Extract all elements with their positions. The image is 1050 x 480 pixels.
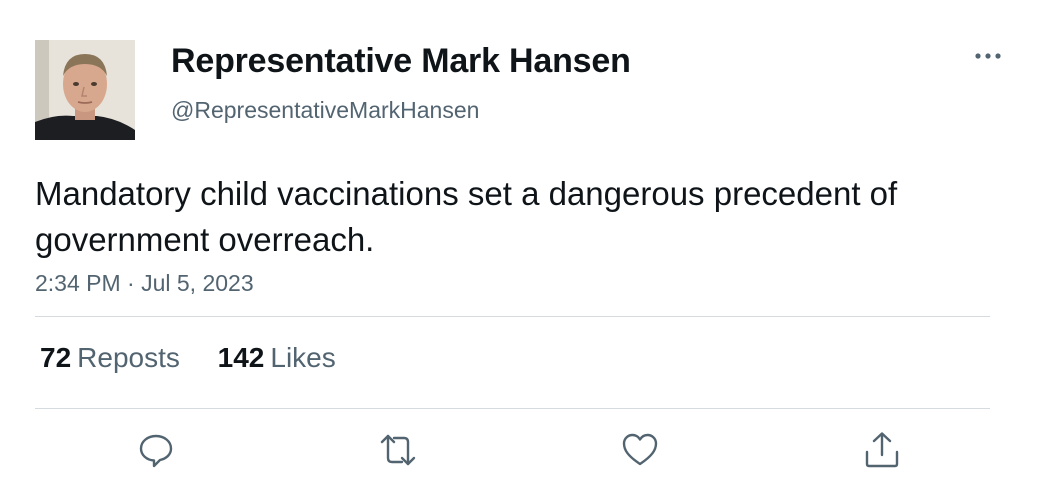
repost-icon bbox=[380, 434, 416, 466]
share-button[interactable] bbox=[862, 430, 902, 470]
share-icon bbox=[865, 432, 899, 468]
tweet-card: Representative Mark Hansen @Representati… bbox=[0, 0, 1050, 480]
reposts-stat[interactable]: 72 Reposts bbox=[40, 342, 180, 374]
avatar-image bbox=[35, 40, 135, 140]
avatar[interactable] bbox=[35, 40, 135, 140]
heart-icon bbox=[622, 433, 658, 466]
divider bbox=[35, 316, 990, 317]
author-handle[interactable]: @RepresentativeMarkHansen bbox=[171, 97, 479, 124]
repost-button[interactable] bbox=[378, 430, 418, 470]
likes-count: 142 bbox=[217, 342, 265, 373]
tweet-timestamp[interactable]: 2:34 PM · Jul 5, 2023 bbox=[35, 270, 254, 297]
reposts-label: Reposts bbox=[77, 342, 180, 373]
engagement-stats: 72 Reposts 142 Likes bbox=[40, 342, 366, 374]
reposts-count: 72 bbox=[40, 342, 72, 373]
like-button[interactable] bbox=[620, 430, 660, 470]
author-display-name[interactable]: Representative Mark Hansen bbox=[171, 42, 631, 81]
tweet-text: Mandatory child vaccinations set a dange… bbox=[35, 175, 898, 258]
reply-button[interactable] bbox=[136, 430, 176, 470]
likes-label: Likes bbox=[270, 342, 336, 373]
divider bbox=[35, 408, 990, 409]
more-options-button[interactable] bbox=[970, 42, 1006, 70]
reply-icon bbox=[139, 434, 173, 468]
likes-stat[interactable]: 142 Likes bbox=[218, 342, 336, 374]
more-dots-icon bbox=[975, 53, 1001, 59]
